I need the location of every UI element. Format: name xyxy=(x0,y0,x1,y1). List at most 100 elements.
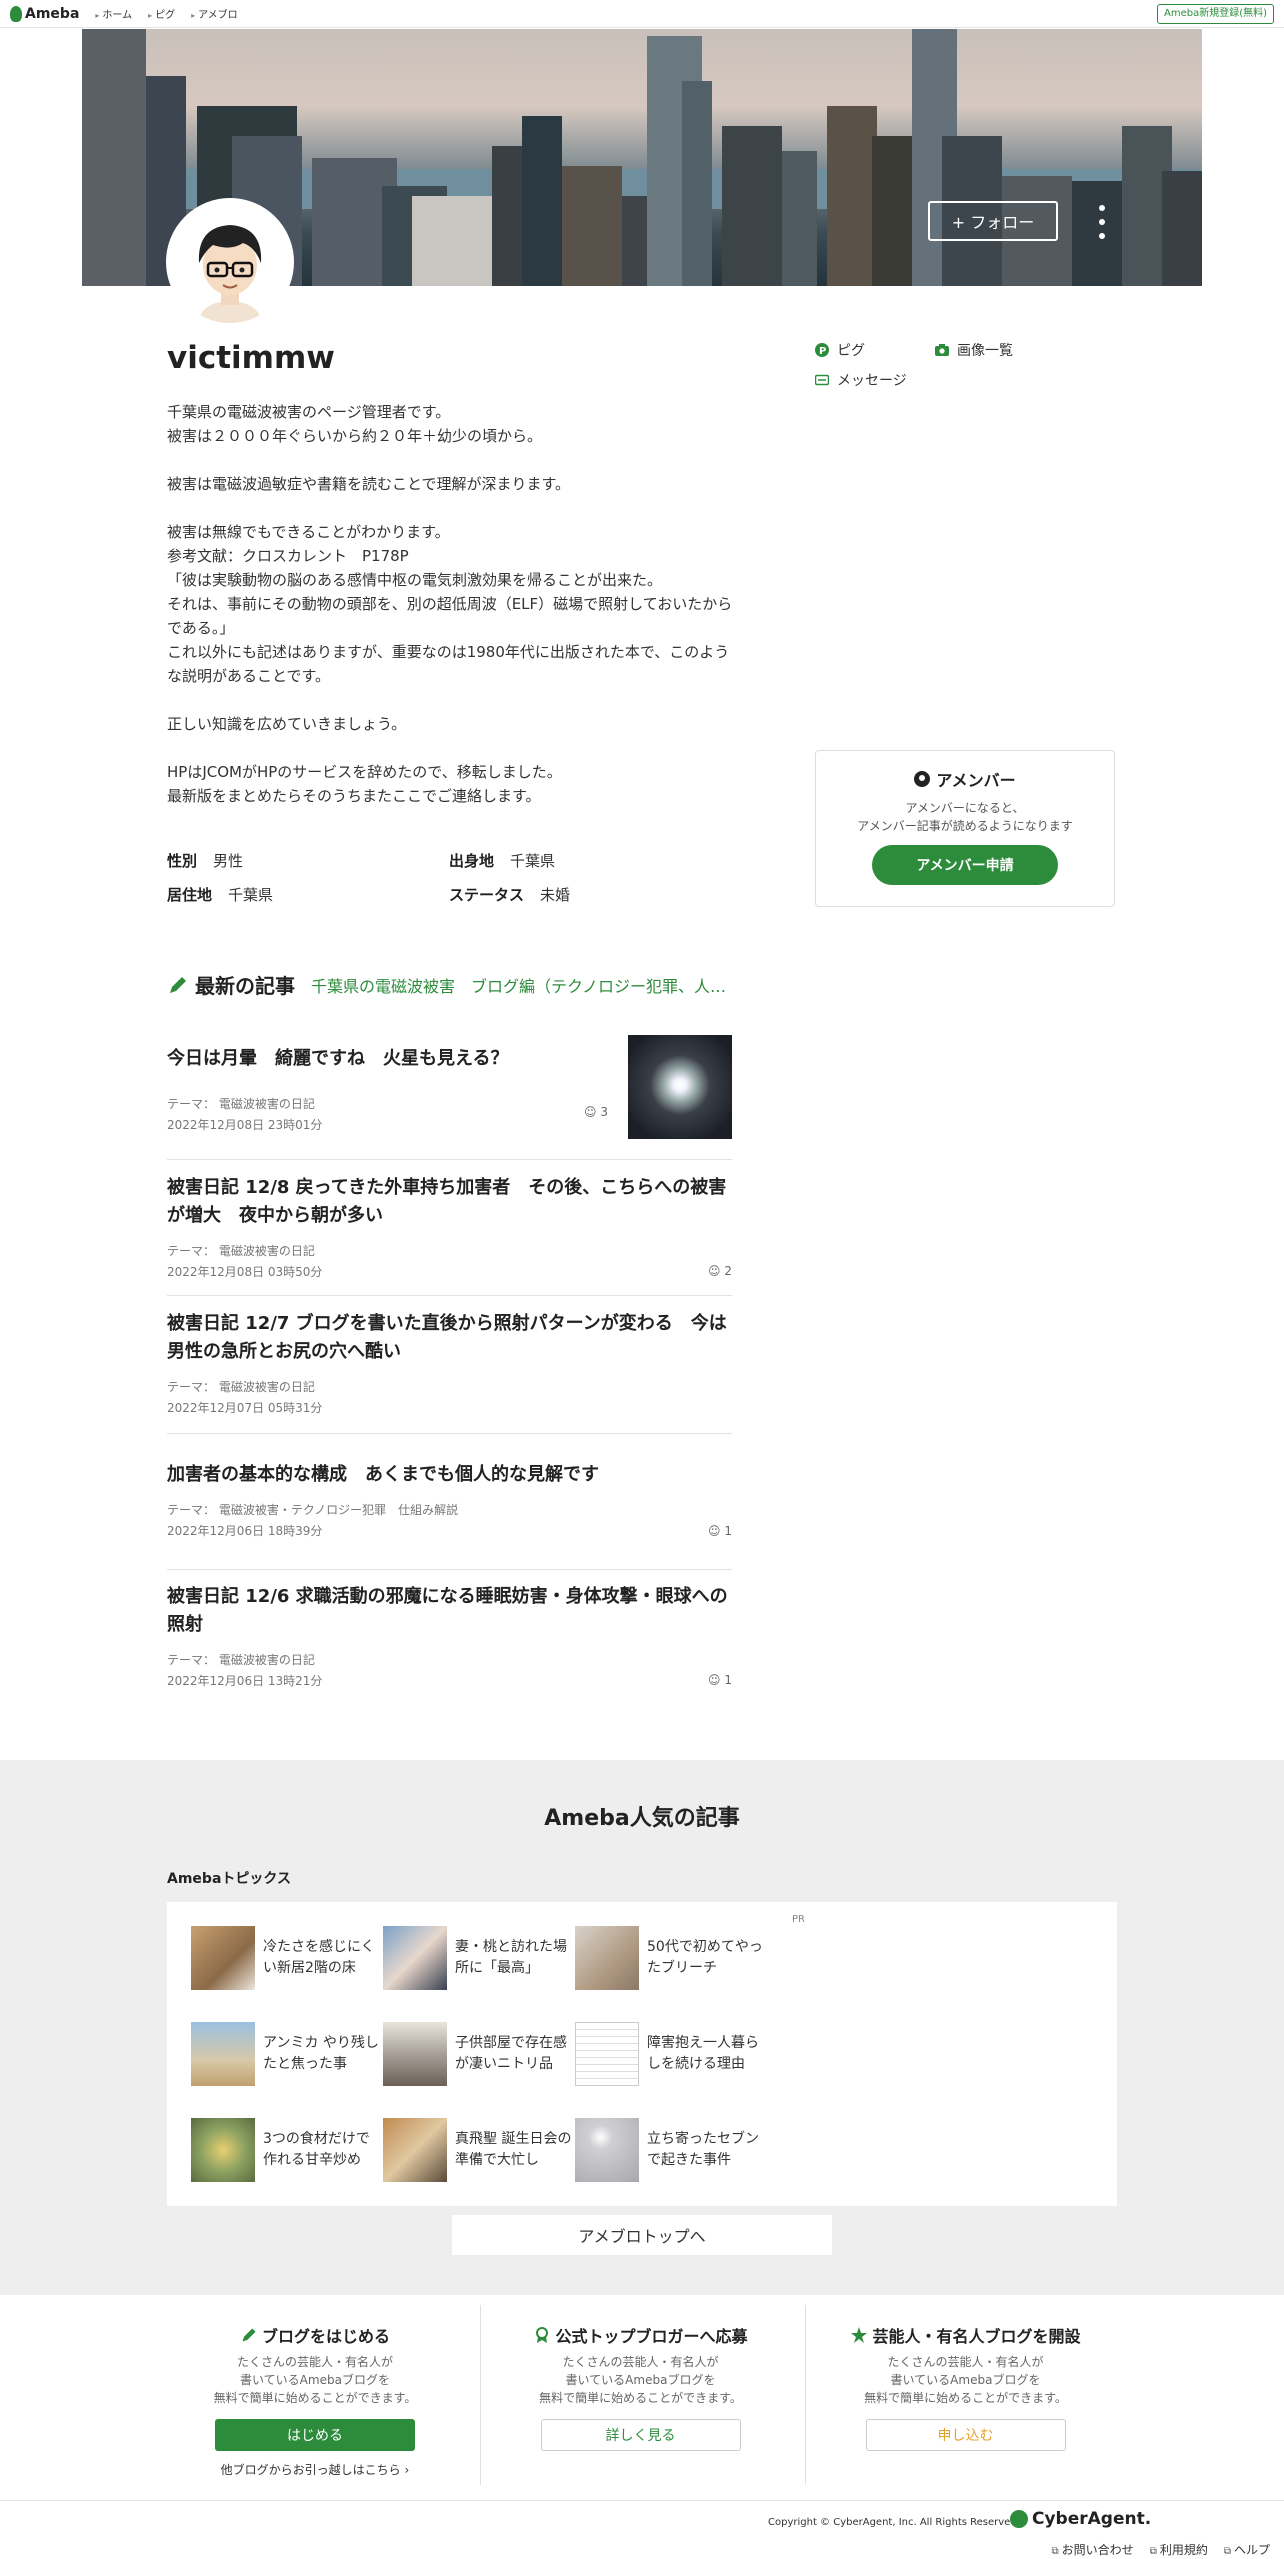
topic-image[interactable] xyxy=(191,1926,255,1990)
topic-text[interactable]: 真飛聖 誕生日会の準備で大忙し xyxy=(455,2129,575,2171)
topic-image[interactable] xyxy=(191,2118,255,2182)
blog-category-link[interactable]: 千葉県の電磁波被害 ブログ編（テクノロジー犯罪、人… xyxy=(311,973,731,997)
fact-key: 居住地 xyxy=(167,885,213,904)
help-link[interactable]: ヘルプ xyxy=(1224,2541,1270,2558)
topics-box: PR 冷たさを感じにくい新居2階の床 妻・桃と訪れた場所に「最高」 50代で初め… xyxy=(167,1902,1117,2206)
message-link[interactable]: メッセージ xyxy=(815,370,907,390)
article-item[interactable]: 加害者の基本的な構成 あくまでも個人的な見解です テーマ： 電磁波被害・テクノロ… xyxy=(167,1434,732,1570)
avatar[interactable] xyxy=(166,198,294,326)
popular-title: Ameba人気の記事 xyxy=(544,1806,740,1831)
details-button[interactable]: 詳しく見る xyxy=(540,2419,741,2451)
promo-section: ブログをはじめる たくさんの芸能人・有名人が 書いているAmebaブログを 無料… xyxy=(0,2295,1284,2500)
topic-image[interactable] xyxy=(575,2022,639,2086)
logo-text: Ameba xyxy=(25,5,80,22)
terms-link[interactable]: 利用規約 xyxy=(1150,2541,1208,2558)
article-theme: テーマ： 電磁波被害の日記 xyxy=(167,1380,315,1394)
promo-description: たくさんの芸能人・有名人が 書いているAmebaブログを 無料で簡単に始めること… xyxy=(864,2355,1067,2405)
apply-button[interactable]: 申し込む xyxy=(865,2419,1066,2451)
topic-text[interactable]: 立ち寄ったセブンで起きた事件 xyxy=(647,2129,767,2171)
popular-articles-section: Ameba人気の記事 Amebaトピックス PR 冷たさを感じにくい新居2階の床… xyxy=(0,1760,1284,2295)
contact-link[interactable]: お問い合わせ xyxy=(1052,2541,1134,2558)
topic-image[interactable] xyxy=(575,2118,639,2182)
ameblo-top-button[interactable]: アメブロトップへ xyxy=(452,2215,832,2255)
image-list-label: 画像一覧 xyxy=(957,343,1013,359)
article-item[interactable]: 今日は月暈 綺麗ですね 火星も見える？ テーマ： 電磁波被害の日記 2022年1… xyxy=(167,1020,732,1160)
latest-articles-title: 最新の記事 xyxy=(195,974,295,998)
pigg-icon: P xyxy=(815,343,829,357)
article-item[interactable]: 被害日記 12/7 ブログを書いた直後から照射パターンが変わる 今は男性の急所と… xyxy=(167,1296,732,1434)
topic-image[interactable] xyxy=(383,1926,447,1990)
pencil-icon xyxy=(242,2328,256,2342)
article-title[interactable]: 被害日記 12/7 ブログを書いた直後から照射パターンが変わる 今は男性の急所と… xyxy=(167,1310,732,1366)
promo-description: たくさんの芸能人・有名人が 書いているAmebaブログを 無料で簡単に始めること… xyxy=(539,2355,742,2405)
signup-button[interactable]: Ameba新規登録(無料) xyxy=(1156,4,1274,24)
topic-item[interactable]: 立ち寄ったセブンで起きた事件 xyxy=(575,2118,767,2182)
amember-apply-button[interactable]: アメンバー申請 xyxy=(872,845,1058,885)
topic-text[interactable]: 50代で初めてやったブリーチ xyxy=(647,1937,767,1979)
nav-home-link[interactable]: ホーム xyxy=(95,6,132,21)
topic-image[interactable] xyxy=(383,2118,447,2182)
amember-icon xyxy=(914,771,931,787)
latest-articles-header: 最新の記事 千葉県の電磁波被害 ブログ編（テクノロジー犯罪、人… xyxy=(167,970,737,999)
article-title[interactable]: 被害日記 12/8 戻ってきた外車持ち加害者 その後、こちらへの被害が増大 夜中… xyxy=(167,1174,732,1230)
fact-value: 未婚 xyxy=(540,885,571,904)
topic-text[interactable]: 妻・桃と訪れた場所に「最高」 xyxy=(455,1937,575,1979)
topic-text[interactable]: 障害抱え一人暮らしを続ける理由 xyxy=(647,2033,767,2075)
article-title[interactable]: 加害者の基本的な構成 あくまでも個人的な見解です xyxy=(167,1461,732,1489)
article-thumbnail[interactable] xyxy=(628,1035,732,1139)
promo-description: たくさんの芸能人・有名人が 書いているAmebaブログを 無料で簡単に始めること… xyxy=(213,2355,417,2405)
topic-item[interactable]: 子供部屋で存在感が凄いニトリ品 xyxy=(383,2022,575,2086)
promo-title: 公式トップブロガーへ応募 xyxy=(555,2327,748,2346)
comment-count[interactable]: ☺ 1 xyxy=(708,1673,732,1687)
nav-pigg-link[interactable]: ピグ xyxy=(148,6,175,21)
amember-title: アメンバー xyxy=(936,771,1016,790)
topic-item[interactable]: 障害抱え一人暮らしを続ける理由 xyxy=(575,2022,767,2086)
more-menu-icon[interactable] xyxy=(1092,205,1112,239)
migrate-link[interactable]: 他ブログからお引っ越しはこちら › xyxy=(155,2461,475,2478)
start-button[interactable]: はじめる xyxy=(215,2419,415,2451)
pigg-link[interactable]: P ピグ xyxy=(815,340,865,360)
article-item[interactable]: 被害日記 12/6 求職活動の邪魔になる睡眠妨害・身体攻撃・眼球への照射 テーマ… xyxy=(167,1570,732,1698)
fact-key: 性別 xyxy=(167,851,198,870)
amember-box: アメンバー アメンバーになると、 アメンバー記事が読めるようになります アメンバ… xyxy=(815,750,1115,907)
ameba-logo[interactable]: Ameba xyxy=(10,5,80,22)
comment-count[interactable]: ☺ 2 xyxy=(708,1264,732,1278)
topic-item[interactable]: 妻・桃と訪れた場所に「最高」 xyxy=(383,1926,575,1990)
article-theme: テーマ： 電磁波被害の日記 xyxy=(167,1244,315,1258)
topic-item[interactable]: 冷たさを感じにくい新居2階の床 xyxy=(191,1926,383,1990)
topic-item[interactable]: 50代で初めてやったブリーチ xyxy=(575,1926,767,1990)
article-title[interactable]: 今日は月暈 綺麗ですね 火星も見える？ xyxy=(167,1045,607,1073)
star-icon xyxy=(851,2327,868,2343)
comment-count[interactable]: ☺ 1 xyxy=(708,1524,732,1538)
topic-text[interactable]: 3つの食材だけで作れる甘辛炒め xyxy=(263,2129,383,2171)
pr-label: PR xyxy=(792,1914,805,1925)
topic-image[interactable] xyxy=(383,2022,447,2086)
fact-key: 出身地 xyxy=(449,851,495,870)
fact-value: 千葉県 xyxy=(510,851,556,870)
article-date: 2022年12月06日 13時21分 xyxy=(167,1674,323,1688)
topic-text[interactable]: アンミカ やり残したと焦った事 xyxy=(263,2033,383,2075)
topic-item[interactable]: アンミカ やり残したと焦った事 xyxy=(191,2022,383,2086)
fact-value: 千葉県 xyxy=(228,885,274,904)
article-date: 2022年12月07日 05時31分 xyxy=(167,1401,323,1415)
nav-ameblo-link[interactable]: アメブロ xyxy=(191,6,238,21)
article-theme: テーマ： 電磁波被害・テクノロジー犯罪 仕組み解説 xyxy=(167,1503,459,1517)
profile-bio: 千葉県の電磁波被害のページ管理者です。 被害は２０００年ぐらいから約２０年＋幼少… xyxy=(167,403,733,805)
camera-icon xyxy=(935,344,949,356)
comment-count[interactable]: ☺ 3 xyxy=(584,1105,608,1119)
topic-item[interactable]: 真飛聖 誕生日会の準備で大忙し xyxy=(383,2118,575,2182)
topic-text[interactable]: 子供部屋で存在感が凄いニトリ品 xyxy=(455,2033,575,2075)
follow-button[interactable]: + フォロー xyxy=(928,201,1058,241)
topic-image[interactable] xyxy=(575,1926,639,1990)
article-title[interactable]: 被害日記 12/6 求職活動の邪魔になる睡眠妨害・身体攻撃・眼球への照射 xyxy=(167,1583,732,1639)
article-item[interactable]: 被害日記 12/8 戻ってきた外車持ち加害者 その後、こちらへの被害が増大 夜中… xyxy=(167,1160,732,1296)
article-date: 2022年12月06日 18時39分 xyxy=(167,1524,323,1538)
promo-title: 芸能人・有名人ブログを開設 xyxy=(872,2327,1081,2346)
topic-text[interactable]: 冷たさを感じにくい新居2階の床 xyxy=(263,1937,383,1979)
cyberagent-logo-icon xyxy=(1010,2510,1028,2528)
topic-image[interactable] xyxy=(191,2022,255,2086)
topic-item[interactable]: 3つの食材だけで作れる甘辛炒め xyxy=(191,2118,383,2182)
cyberagent-logo[interactable]: CyberAgent. xyxy=(1010,2509,1151,2529)
image-list-link[interactable]: 画像一覧 xyxy=(935,340,1013,360)
promo-start-blog: ブログをはじめる たくさんの芸能人・有名人が 書いているAmebaブログを 無料… xyxy=(155,2305,475,2485)
